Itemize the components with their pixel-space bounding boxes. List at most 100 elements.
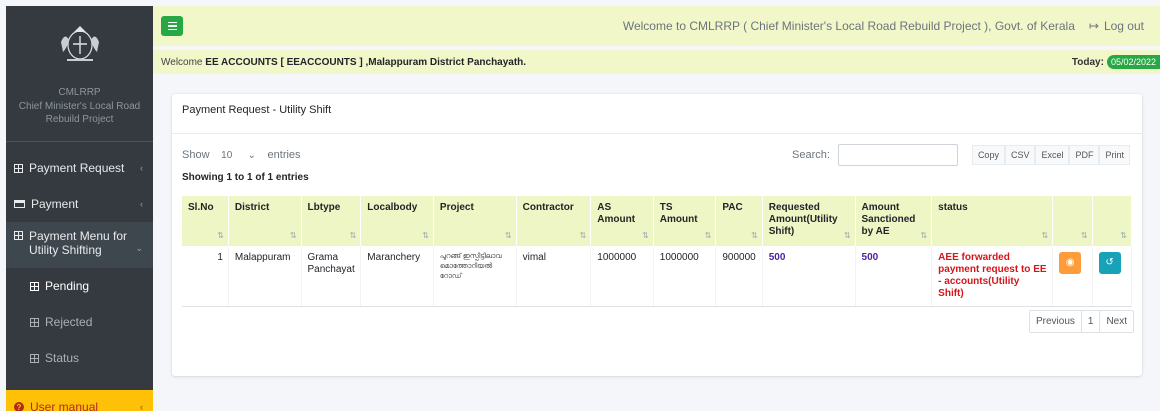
sidebar-item-label: User manual xyxy=(30,400,99,411)
header-label: Sl.No xyxy=(188,202,214,213)
eye-icon: ◉ xyxy=(1065,257,1075,268)
cell-pac: 900000 xyxy=(715,246,763,307)
sort-icon: ⇅ xyxy=(920,231,928,240)
sidebar-item-rejected[interactable]: Rejected xyxy=(6,304,153,340)
entries-value: 10 xyxy=(221,149,233,161)
sidebar-item-payment[interactable]: Payment ‹ xyxy=(6,186,153,222)
header-district[interactable]: District ⇅ xyxy=(228,196,302,246)
export-buttons: Copy CSV Excel PDF Print xyxy=(971,145,1130,165)
search-label: Search: xyxy=(792,149,830,161)
header-label: TS Amount xyxy=(659,202,698,225)
header-as-amount[interactable]: AS Amount ⇅ xyxy=(590,196,654,246)
sort-icon: ⇅ xyxy=(704,231,712,240)
cell-localbody: Maranchery xyxy=(360,246,434,307)
header-project[interactable]: Project ⇅ xyxy=(433,196,517,246)
header-label: Project xyxy=(439,202,474,213)
cell-ts-amount: 1000000 xyxy=(653,246,717,307)
sidebar-item-payment-menu-utility[interactable]: Payment Menu for Utility Shifting ⌄ xyxy=(6,222,153,268)
top-right: Welcome to CMLRRP ( Chief Minister's Loc… xyxy=(623,19,1144,33)
header-requested-amount[interactable]: Requested Amount(Utility Shift) ⇅ xyxy=(762,196,856,246)
sidebar-item-label: Payment xyxy=(31,197,79,211)
sort-icon: ⇅ xyxy=(1041,231,1049,240)
header-pac[interactable]: PAC ⇅ xyxy=(715,196,763,246)
sidebar-item-label: Rejected xyxy=(45,315,93,329)
table-icon xyxy=(14,163,23,173)
view-eye-button[interactable]: ◉ xyxy=(1059,252,1082,274)
header-label: Amount Sanctioned by AE xyxy=(861,202,916,237)
table-header-row: Sl.No ⇅ District ⇅ Lbtype ⇅ Localbody ⇅ Proj… xyxy=(182,196,1133,246)
sort-icon: ⇅ xyxy=(504,231,512,240)
header-lbtype[interactable]: Lbtype ⇅ xyxy=(301,196,362,246)
entries-select[interactable]: 10 ⌄ xyxy=(214,146,264,164)
sort-icon: ⇅ xyxy=(843,231,851,240)
logout-link[interactable]: ↦ Log out xyxy=(1089,19,1144,33)
brand[interactable]: CMLRRP Chief Minister's Local Road Rebui… xyxy=(6,6,153,142)
sidebar-item-label: Payment Request xyxy=(29,161,125,175)
payment-request-card: Payment Request - Utility Shift Show 10 … xyxy=(172,94,1142,376)
brand-full-name: Chief Minister's Local Road Rebuild Proj… xyxy=(18,101,141,125)
cell-requested-amount: 500 xyxy=(762,246,856,307)
header-action-view[interactable]: ⇅ xyxy=(1052,196,1093,246)
csv-button[interactable]: CSV xyxy=(1004,145,1036,165)
chevron-left-icon: ‹ xyxy=(140,199,143,209)
today-display: Today: 05/02/2022 xyxy=(1072,55,1160,69)
sidebar-item-payment-request[interactable]: Payment Request ‹ xyxy=(6,150,153,186)
table-icon xyxy=(30,353,39,363)
sidebar-item-label: Status xyxy=(45,351,80,365)
header-label: District xyxy=(234,202,270,213)
header-label: Contractor xyxy=(522,202,574,213)
table-info: Showing 1 to 1 of 1 entries xyxy=(182,172,309,183)
page-number-button[interactable]: 1 xyxy=(1082,311,1101,332)
question-icon: ? xyxy=(14,402,24,411)
table-icon xyxy=(30,317,39,327)
next-page-button[interactable]: Next xyxy=(1100,311,1133,332)
menu-toggle-button[interactable] xyxy=(161,16,183,36)
payment-table: Sl.No ⇅ District ⇅ Lbtype ⇅ Localbody ⇅ Proj… xyxy=(182,196,1133,307)
previous-page-button[interactable]: Previous xyxy=(1030,311,1082,332)
pagination: Previous 1 Next xyxy=(1028,310,1134,333)
sidebar-nav: Payment Request ‹ Payment ‹ Payment Menu… xyxy=(6,150,153,411)
header-label: status xyxy=(938,202,968,213)
header-slno[interactable]: Sl.No ⇅ xyxy=(182,196,229,246)
header-ts-amount[interactable]: TS Amount ⇅ xyxy=(653,196,717,246)
header-localbody[interactable]: Localbody ⇅ xyxy=(360,196,434,246)
today-date-badge: 05/02/2022 xyxy=(1106,55,1160,69)
sort-icon: ⇅ xyxy=(349,231,357,240)
search-input[interactable] xyxy=(837,144,958,166)
chevron-down-icon: ⌄ xyxy=(135,243,143,253)
table-row: 1 Malappuram Grama Panchayat Maranchery … xyxy=(182,246,1133,307)
cell-district: Malappuram xyxy=(228,246,302,307)
header-label: Lbtype xyxy=(307,202,341,213)
header-contractor[interactable]: Contractor ⇅ xyxy=(516,196,592,246)
header-status[interactable]: status ⇅ xyxy=(931,196,1054,246)
app-root: CMLRRP Chief Minister's Local Road Rebui… xyxy=(0,0,1160,411)
sort-icon: ⇅ xyxy=(1120,231,1127,240)
today-label: Today: xyxy=(1071,56,1104,68)
sidebar-item-status[interactable]: Status xyxy=(6,340,153,376)
header-amount-sanctioned[interactable]: Amount Sanctioned by AE ⇅ xyxy=(855,196,933,246)
brand-short-name: CMLRRP xyxy=(58,87,101,98)
hamburger-line xyxy=(167,25,177,27)
card-icon xyxy=(14,200,25,208)
excel-button[interactable]: Excel xyxy=(1035,145,1070,165)
welcome-prefix: Welcome xyxy=(161,56,203,68)
table-icon xyxy=(14,231,23,240)
sidebar: CMLRRP Chief Minister's Local Road Rebui… xyxy=(6,6,153,411)
sort-icon: ⇅ xyxy=(422,231,429,240)
forward-button[interactable]: ↺ xyxy=(1098,252,1121,274)
copy-button[interactable]: Copy xyxy=(971,145,1005,165)
print-button[interactable]: Print xyxy=(1099,145,1130,165)
header-label: PAC xyxy=(722,202,743,213)
chevron-left-icon: ‹ xyxy=(140,402,143,411)
sidebar-item-user-manual[interactable]: ? User manual ‹ xyxy=(6,390,153,411)
entries-label: entries xyxy=(267,149,301,161)
sort-icon: ⇅ xyxy=(1080,231,1088,240)
entries-length: Show 10 ⌄ entries xyxy=(182,146,301,164)
hamburger-line xyxy=(167,21,177,24)
cell-amount-sanctioned: 500 xyxy=(855,246,933,307)
header-action-forward[interactable]: ⇅ xyxy=(1092,196,1133,246)
cell-contractor: vimal xyxy=(516,246,592,307)
kerala-emblem-logo xyxy=(60,26,99,61)
sidebar-item-pending[interactable]: Pending xyxy=(6,268,153,304)
pdf-button[interactable]: PDF xyxy=(1069,145,1100,165)
